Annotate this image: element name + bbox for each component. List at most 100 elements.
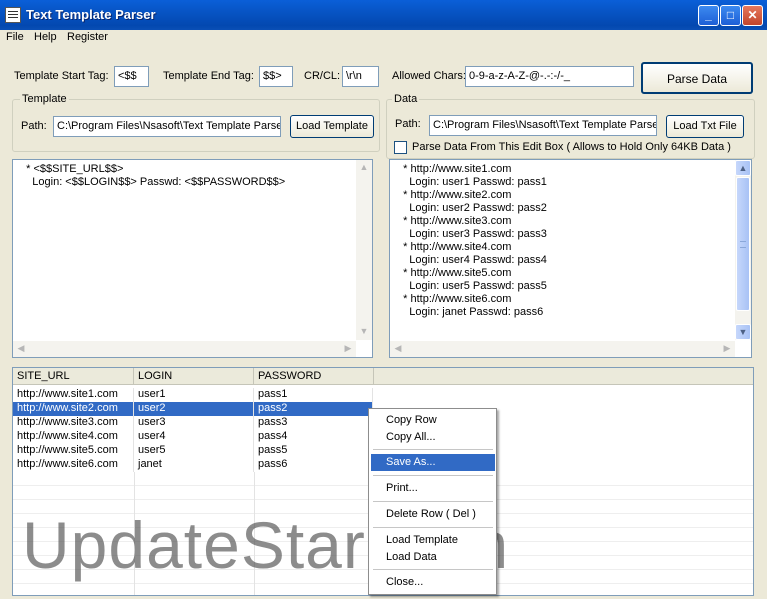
template-path-input[interactable]: C:\Program Files\Nsasoft\Text Template P…: [53, 116, 281, 137]
ctx-separator: [373, 569, 493, 570]
cell-site-url: http://www.site2.com: [13, 402, 134, 416]
data-hscrollbar[interactable]: ◀ ▶: [390, 341, 735, 357]
scroll-right-icon[interactable]: ▶: [719, 341, 735, 357]
menu-file[interactable]: File: [6, 31, 24, 43]
start-tag-label: Template Start Tag:: [14, 70, 109, 82]
data-line: * http://www.site3.com: [394, 215, 512, 227]
load-txt-file-button[interactable]: Load Txt File: [666, 115, 744, 138]
column-header-site-url[interactable]: SITE_URL: [13, 368, 134, 385]
template-vscrollbar[interactable]: ▲ ▼: [356, 160, 372, 340]
template-hscrollbar[interactable]: ◀ ▶: [13, 341, 356, 357]
cell-password: pass2: [254, 402, 373, 416]
table-row[interactable]: http://www.site4.com user4 pass4: [13, 430, 373, 444]
minimize-button[interactable]: _: [698, 5, 719, 26]
data-line: * http://www.site6.com: [394, 293, 512, 305]
ctx-separator: [373, 475, 493, 476]
ctx-separator: [373, 527, 493, 528]
cell-login: user4: [134, 430, 254, 444]
parse-edit-box-checkbox[interactable]: [394, 141, 407, 154]
table-row[interactable]: http://www.site5.com user5 pass5: [13, 444, 373, 458]
maximize-button[interactable]: □: [720, 5, 741, 26]
scroll-up-icon[interactable]: ▲: [356, 160, 372, 176]
ctx-print[interactable]: Print...: [371, 480, 495, 497]
cell-password: pass5: [254, 444, 373, 458]
ctx-delete-row[interactable]: Delete Row ( Del ): [371, 506, 495, 523]
grip-icon: [740, 241, 746, 248]
parse-data-button[interactable]: Parse Data: [641, 62, 753, 94]
data-line: Login: user5 Passwd: pass5: [394, 280, 547, 292]
ctx-copy-row[interactable]: Copy Row: [371, 412, 495, 429]
data-group-label: Data: [392, 93, 420, 105]
column-header-login[interactable]: LOGIN: [134, 368, 254, 385]
cell-login: janet: [134, 458, 254, 472]
allowed-chars-input[interactable]: 0-9-a-z-A-Z-@-.-:-/-_: [465, 66, 634, 87]
ctx-separator: [373, 449, 493, 450]
cell-site-url: http://www.site1.com: [13, 388, 134, 402]
ctx-load-template[interactable]: Load Template: [371, 532, 495, 549]
scroll-down-icon[interactable]: ▼: [735, 324, 751, 340]
context-menu: Copy Row Copy All... Save As... Print...…: [368, 408, 497, 595]
data-path-label: Path:: [395, 118, 421, 130]
data-lines: * http://www.site1.com Login: user1 Pass…: [394, 163, 547, 319]
column-header-password[interactable]: PASSWORD: [254, 368, 374, 385]
scroll-down-icon[interactable]: ▼: [356, 324, 372, 340]
cell-login: user1: [134, 388, 254, 402]
parse-edit-box-label: Parse Data From This Edit Box ( Allows t…: [412, 141, 731, 153]
data-line: * http://www.site5.com: [394, 267, 512, 279]
cell-site-url: http://www.site5.com: [13, 444, 134, 458]
column-header-filler: [374, 368, 753, 385]
data-line: Login: janet Passwd: pass6: [394, 306, 544, 318]
cell-site-url: http://www.site4.com: [13, 430, 134, 444]
cell-password: pass3: [254, 416, 373, 430]
ctx-close[interactable]: Close...: [371, 574, 495, 591]
scroll-left-icon[interactable]: ◀: [13, 341, 29, 357]
app-icon: [5, 7, 21, 23]
crcl-input[interactable]: \r\n: [342, 66, 379, 87]
cell-site-url: http://www.site6.com: [13, 458, 134, 472]
data-line: Login: user4 Passwd: pass4: [394, 254, 547, 266]
crcl-label: CR/CL:: [304, 70, 341, 82]
data-line: * http://www.site4.com: [394, 241, 512, 253]
menu-bar: [0, 30, 767, 46]
window-title: Text Template Parser: [26, 7, 156, 22]
cell-login: user5: [134, 444, 254, 458]
end-tag-input[interactable]: $$>: [259, 66, 293, 87]
cell-site-url: http://www.site3.com: [13, 416, 134, 430]
end-tag-label: Template End Tag:: [163, 70, 254, 82]
scroll-right-icon[interactable]: ▶: [340, 341, 356, 357]
start-tag-input[interactable]: <$$: [114, 66, 149, 87]
table-row[interactable]: http://www.site6.com janet pass6: [13, 458, 373, 472]
table-row[interactable]: http://www.site3.com user3 pass3: [13, 416, 373, 430]
template-editor[interactable]: * <$$SITE_URL$$> Login: <$$LOGIN$$> Pass…: [12, 159, 373, 358]
close-button[interactable]: ✕: [742, 5, 763, 26]
data-line: * http://www.site2.com: [394, 189, 512, 201]
cell-login: user3: [134, 416, 254, 430]
cell-password: pass1: [254, 388, 373, 402]
ctx-separator: [373, 501, 493, 502]
menu-help[interactable]: Help: [34, 31, 57, 43]
scroll-up-icon[interactable]: ▲: [735, 160, 751, 176]
maximize-icon: □: [726, 8, 735, 22]
table-row-selected[interactable]: http://www.site2.com user2 pass2: [13, 402, 373, 416]
ctx-save-as[interactable]: Save As...: [371, 454, 495, 471]
data-line: * http://www.site1.com: [394, 163, 512, 175]
data-line: Login: user3 Passwd: pass3: [394, 228, 547, 240]
data-line: Login: user2 Passwd: pass2: [394, 202, 547, 214]
minimize-icon: _: [705, 8, 712, 22]
menu-register[interactable]: Register: [67, 31, 108, 43]
template-line: * <$$SITE_URL$$>: [17, 163, 124, 175]
cell-password: pass4: [254, 430, 373, 444]
ctx-copy-all[interactable]: Copy All...: [371, 429, 495, 446]
table-row[interactable]: http://www.site1.com user1 pass1: [13, 388, 373, 402]
close-icon: ✕: [747, 8, 758, 22]
data-path-input[interactable]: C:\Program Files\Nsasoft\Text Template P…: [429, 115, 657, 136]
data-vscrollbar[interactable]: ▲ ▼: [735, 160, 751, 340]
scroll-left-icon[interactable]: ◀: [390, 341, 406, 357]
load-template-button[interactable]: Load Template: [290, 115, 374, 138]
cell-password: pass6: [254, 458, 373, 472]
template-line: Login: <$$LOGIN$$> Passwd: <$$PASSWORD$$…: [17, 176, 286, 188]
cell-login: user2: [134, 402, 254, 416]
allowed-chars-label: Allowed Chars:: [392, 70, 466, 82]
data-editor[interactable]: * http://www.site1.com Login: user1 Pass…: [389, 159, 752, 358]
ctx-load-data[interactable]: Load Data: [371, 549, 495, 566]
